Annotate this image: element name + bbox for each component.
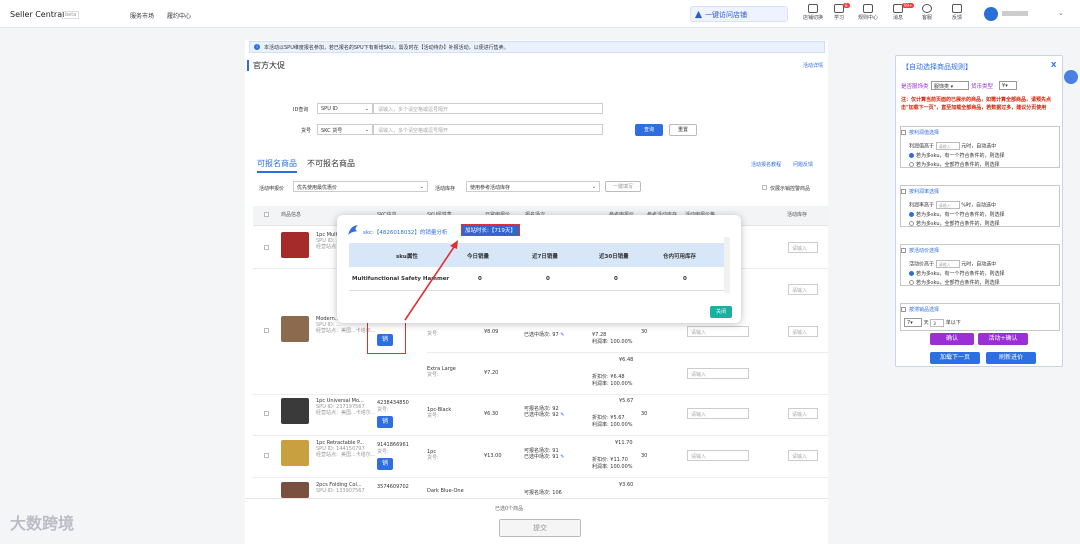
panel-note: 注：仅计算当前页面的已展示的商品，如需计算全部商品，请预先点击"加载下一页"，直… [901,97,1052,111]
section-title: 按滞销品选择 [909,307,940,313]
load-next-page-button[interactable]: 加载下一页 [930,352,980,364]
section-title: 按利润值选择 [909,130,940,136]
activity-price-input[interactable]: 请输入 [935,260,960,268]
radio-all[interactable] [909,221,914,226]
activity-price-section: 按活动价选择 活动价高于 请输入 元时，自动选中 若为多sku，有一个符合条件的… [900,244,1060,286]
radio-any[interactable] [909,153,914,158]
section-checkbox[interactable] [901,248,906,253]
profit-value-input[interactable]: 请输入 [935,142,960,150]
apparel-select[interactable]: 服饰类 ▾ [931,81,969,90]
section-checkbox[interactable] [901,307,906,312]
panel-title: 【自动选择商品规则】 [902,63,972,71]
currency-label: 货币类型 [971,84,994,90]
auto-select-panel: 【自动选择商品规则】 X 是否服饰类 服饰类 ▾ 货币类型 ¥▾ 注：仅计算当前… [895,55,1063,367]
refresh-price-button[interactable]: 刷新进价 [986,352,1036,364]
radio-all[interactable] [909,280,914,285]
confirm-button[interactable]: 确认 [930,333,974,345]
panel-close-button[interactable]: X [1051,61,1056,69]
section-checkbox[interactable] [901,130,906,135]
watermark: 大数跨境 [10,514,75,533]
activity-confirm-button[interactable]: 活动+确认 [978,333,1028,345]
days-select[interactable]: 7▾ [904,318,922,327]
slow-sales-section: 按滞销品选择 7▾ 天 3 单以下 [900,303,1060,331]
apparel-label: 是否服饰类 [901,84,929,90]
floating-helper-icon[interactable] [1064,70,1078,84]
section-checkbox[interactable] [901,189,906,194]
radio-any[interactable] [909,212,914,217]
radio-all[interactable] [909,162,914,167]
qty-input[interactable]: 3 [930,318,945,327]
section-title: 按利润率选择 [909,189,940,195]
radio-any[interactable] [909,271,914,276]
profit-value-section: 按利润值选择 利润值高于 请输入 元时，自动选中 若为多sku，有一个符合条件的… [900,126,1060,168]
section-title: 按活动价选择 [909,248,940,254]
profit-rate-input[interactable]: 请输入 [935,201,960,209]
currency-select[interactable]: ¥▾ [999,81,1017,90]
profit-rate-section: 按利润率选择 利润率高于 请输入 %时，自动选中 若为多sku，有一个符合条件的… [900,185,1060,227]
